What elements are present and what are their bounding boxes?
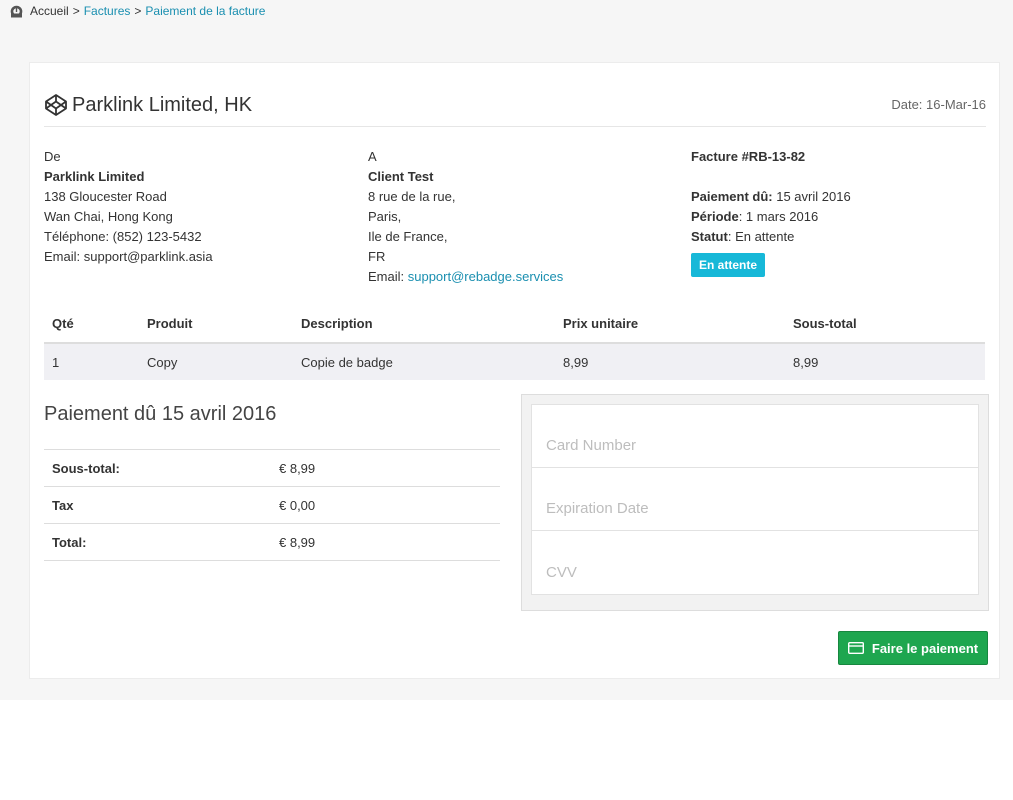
tax-label: Tax bbox=[44, 486, 271, 524]
table-row: 1 Copy Copie de badge 8,99 8,99 bbox=[44, 343, 985, 380]
totals-table: Sous-total: € 8,99 Tax € 0,00 Total: € 8… bbox=[44, 449, 500, 561]
dashboard-icon bbox=[10, 5, 23, 18]
column-header-product: Produit bbox=[139, 305, 293, 344]
due-value: 15 avril 2016 bbox=[772, 189, 851, 204]
column-header-description: Description bbox=[293, 305, 555, 344]
to-country: FR bbox=[368, 249, 386, 264]
total-value: € 8,99 bbox=[271, 523, 500, 561]
to-address: A Client Test 8 rue de la rue, Paris, Il… bbox=[368, 147, 668, 287]
cvv-input[interactable] bbox=[546, 564, 964, 581]
column-header-subtotal: Sous-total bbox=[785, 305, 985, 344]
tax-value: € 0,00 bbox=[271, 486, 500, 524]
period-value: : 1 mars 2016 bbox=[738, 209, 819, 224]
to-region: Ile de France, bbox=[368, 229, 448, 244]
to-email-label: Email: bbox=[368, 269, 408, 284]
total-label: Total: bbox=[44, 523, 271, 561]
card-payment-form bbox=[521, 394, 989, 611]
due-label: Paiement dû: bbox=[691, 189, 773, 204]
credit-card-icon bbox=[847, 642, 864, 654]
status-label: Statut bbox=[691, 229, 728, 244]
from-street: 138 Gloucester Road bbox=[44, 189, 167, 204]
totals-row: Total: € 8,99 bbox=[44, 523, 500, 561]
breadcrumb-current[interactable]: Paiement de la facture bbox=[145, 4, 265, 18]
column-header-unit-price: Prix unitaire bbox=[555, 305, 785, 344]
totals-row: Sous-total: € 8,99 bbox=[44, 449, 500, 487]
cvv-row bbox=[532, 531, 978, 594]
card-number-input[interactable] bbox=[546, 437, 964, 454]
company-title: Parklink Limited, HK bbox=[44, 93, 252, 117]
cell-qty: 1 bbox=[44, 343, 139, 380]
company-title-text: Parklink Limited, HK bbox=[72, 93, 253, 116]
status-line: Statut: En attente bbox=[691, 227, 986, 247]
period-line: Période: 1 mars 2016 bbox=[691, 207, 986, 227]
breadcrumb-separator: > bbox=[134, 4, 142, 18]
cell-subtotal: 8,99 bbox=[785, 343, 985, 380]
from-email: Email: support@parklink.asia bbox=[44, 249, 213, 264]
invoice-date: Date: 16-Mar-16 bbox=[891, 97, 986, 112]
breadcrumb-home[interactable]: Accueil bbox=[30, 4, 69, 18]
make-payment-label: Faire le paiement bbox=[871, 640, 979, 656]
status-badge: En attente bbox=[691, 253, 766, 277]
invoice-card: Parklink Limited, HK Date: 16-Mar-16 De … bbox=[29, 62, 1000, 679]
card-number-row bbox=[532, 405, 978, 468]
cell-product: Copy bbox=[139, 343, 293, 380]
to-email-link[interactable]: support@rebadge.services bbox=[408, 269, 564, 284]
from-name: Parklink Limited bbox=[44, 169, 145, 184]
payment-due-title: Paiement dû 15 avril 2016 bbox=[44, 403, 277, 425]
column-header-qty: Qté bbox=[44, 305, 139, 344]
period-label: Période bbox=[691, 209, 739, 224]
to-street: 8 rue de la rue, bbox=[368, 189, 456, 204]
to-label: A bbox=[368, 149, 377, 164]
cell-description: Copie de badge bbox=[293, 343, 555, 380]
codepen-logo-icon bbox=[44, 93, 68, 117]
breadcrumb: Accueil > Factures > Paiement de la fact… bbox=[10, 3, 265, 19]
to-city: Paris, bbox=[368, 209, 402, 224]
subtotal-label: Sous-total: bbox=[44, 449, 271, 487]
to-email-line: Email: support@rebadge.services bbox=[368, 267, 668, 287]
cell-unit-price: 8,99 bbox=[555, 343, 785, 380]
breadcrumb-separator: > bbox=[72, 4, 80, 18]
subtotal-value: € 8,99 bbox=[271, 449, 500, 487]
expiration-row bbox=[532, 468, 978, 531]
card-fields-group bbox=[531, 404, 979, 595]
status-value: : En attente bbox=[727, 229, 795, 244]
make-payment-button[interactable]: Faire le paiement bbox=[838, 631, 988, 665]
items-table: Qté Produit Description Prix unitaire So… bbox=[44, 305, 985, 380]
from-label: De bbox=[44, 149, 61, 164]
invoice-header: Parklink Limited, HK Date: 16-Mar-16 bbox=[44, 91, 986, 127]
due-line: Paiement dû: 15 avril 2016 bbox=[691, 187, 986, 207]
invoice-details: Facture #RB-13-82 Paiement dû: 15 avril … bbox=[691, 147, 986, 277]
from-address: De Parklink Limited 138 Gloucester Road … bbox=[44, 147, 344, 267]
from-phone: Téléphone: (852) 123-5432 bbox=[44, 229, 202, 244]
totals-row: Tax € 0,00 bbox=[44, 486, 500, 524]
to-name: Client Test bbox=[368, 169, 434, 184]
invoice-number: Facture #RB-13-82 bbox=[691, 149, 806, 164]
from-city: Wan Chai, Hong Kong bbox=[44, 209, 173, 224]
breadcrumb-invoices-link[interactable]: Factures bbox=[84, 4, 131, 18]
expiration-date-input[interactable] bbox=[546, 500, 964, 517]
items-header-row: Qté Produit Description Prix unitaire So… bbox=[44, 305, 985, 344]
